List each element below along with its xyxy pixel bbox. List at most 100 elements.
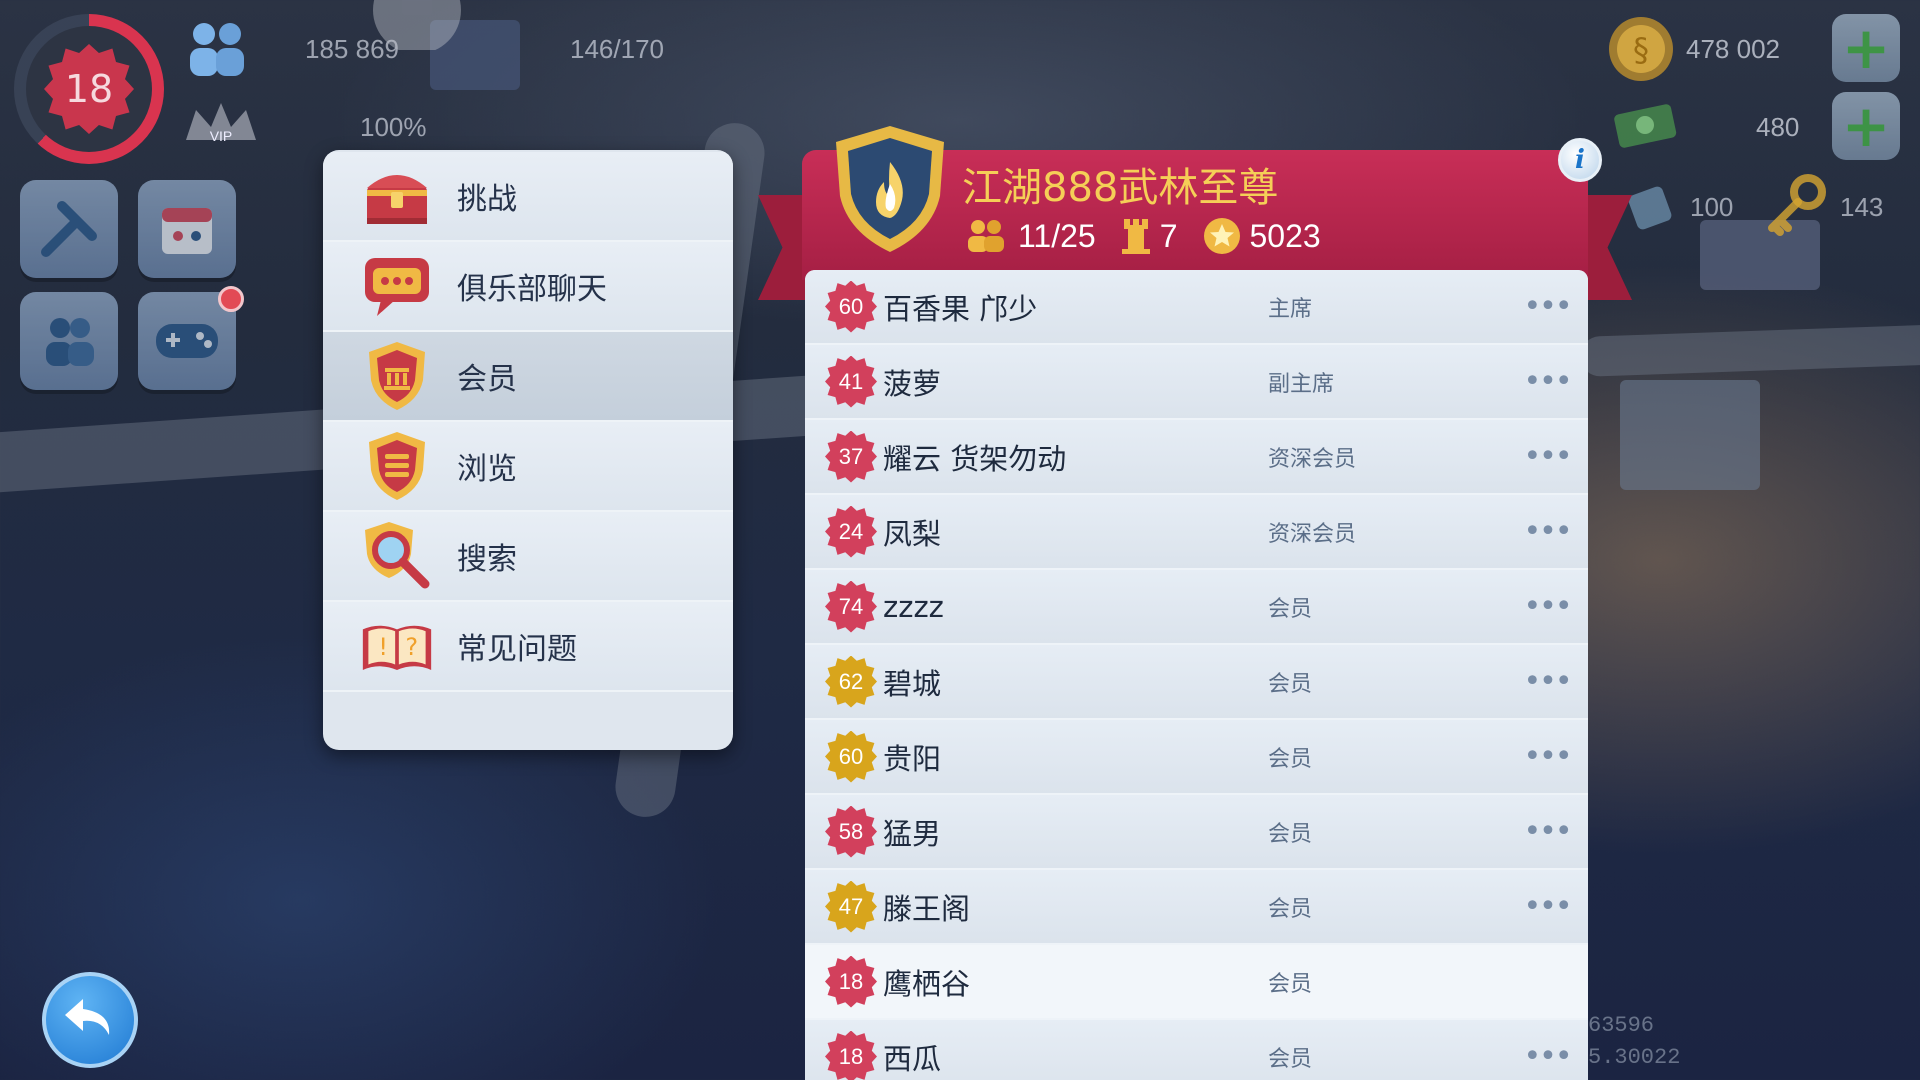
games-notification-dot [218,286,244,312]
resource-amount: 100 [1690,192,1734,222]
coord-line: 5.30022 [1588,1045,1681,1070]
member-level-badge: 18 [825,1030,877,1080]
member-role: 会员 [1268,671,1313,697]
simcash-amount: 480 [1756,112,1800,142]
back-button[interactable] [42,972,138,1068]
member-name: 猛男 [883,816,942,851]
chat-bubble-icon [361,250,433,322]
gamepad-icon [156,324,218,358]
member-role: 资深会员 [1268,521,1357,547]
member-more-button[interactable]: ••• [1522,514,1572,549]
club-stats: 11/25 7 5023 [962,216,1321,256]
member-level-badge: 37 [825,430,877,483]
member-role: 主席 [1268,296,1313,322]
club-member-count: 11/25 [962,218,1096,255]
member-name: 贵阳 [883,741,942,776]
member-name: 鹰栖谷 [883,966,971,1001]
club-info-button[interactable]: i [1558,138,1602,182]
member-name: zzzz [883,589,944,624]
member-level-badge: 62 [825,655,877,708]
member-name: 耀云 货架勿动 [883,441,1067,476]
member-row[interactable]: 37 耀云 货架勿动 资深会员 ••• [805,420,1588,495]
member-more-button[interactable]: ••• [1522,364,1572,399]
points-value: 5023 [1249,217,1321,254]
member-role: 会员 [1268,971,1313,997]
simoleon-coin-icon: § [1606,14,1676,84]
keys-amount: 143 [1840,192,1884,222]
member-row[interactable]: 47 滕王阁 会员 ••• [805,870,1588,945]
happiness-percent: 100% [360,112,427,142]
info-icon: i [1575,145,1585,175]
add-simcash-button[interactable]: + [1832,92,1900,160]
calendar-button[interactable] [138,180,236,278]
club-trophy-count: 7 [1120,217,1178,255]
member-list[interactable]: 60 百香果 邝少 主席 ••• 41 菠萝 副主席 ••• 37 耀云 货架勿… [805,270,1588,1080]
member-role: 会员 [1268,596,1313,622]
member-level-badge: 58 [825,805,877,858]
storage-icon[interactable] [362,0,472,50]
population-icon [176,18,256,78]
member-row[interactable]: 60 百香果 邝少 主席 ••• [805,270,1588,345]
svg-text:!: ! [378,633,388,661]
svg-text:VIP: VIP [210,128,233,144]
browse-shield-icon [361,430,433,502]
member-role: 副主席 [1268,371,1335,397]
member-name: 菠萝 [883,366,942,401]
member-more-button[interactable]: ••• [1522,814,1572,849]
menu-item-label: 会员 [457,362,517,397]
member-more-button[interactable]: ••• [1522,889,1572,924]
simcash-icon [1610,95,1680,155]
tower-icon [1121,219,1150,254]
add-simoleons-button[interactable]: + [1832,14,1900,82]
menu-item-club-chat[interactable]: 俱乐部聊天 [323,242,733,332]
member-shield-icon [361,340,433,412]
coord-line: 63596 [1588,1013,1655,1038]
faq-book-icon: !? [361,610,433,682]
svg-text:§: § [1633,31,1649,69]
member-row[interactable]: 62 碧城 会员 ••• [805,645,1588,720]
star-coin-icon [1203,218,1240,254]
simoleons-amount: 478 002 [1686,34,1780,64]
member-more-button[interactable]: ••• [1522,664,1572,699]
member-role: 会员 [1268,1046,1313,1072]
menu-item-faq[interactable]: !? 常见问题 [323,602,733,692]
menu-item-browse[interactable]: 浏览 [323,422,733,512]
member-name: 碧城 [883,666,942,701]
member-row[interactable]: 41 菠萝 副主席 ••• [805,345,1588,420]
wrench-icon [41,201,97,257]
svg-text:?: ? [405,633,418,661]
member-row[interactable]: 58 猛男 会员 ••• [805,795,1588,870]
member-level-badge: 41 [825,355,877,408]
friends-button[interactable] [20,292,118,390]
menu-item-challenge[interactable]: 挑战 [323,152,733,242]
member-row[interactable]: 18 西瓜 会员 ••• [805,1020,1588,1080]
member-level-badge: 24 [825,505,877,558]
member-row[interactable]: 74 zzzz 会员 ••• [805,570,1588,645]
member-name: 西瓜 [883,1041,942,1076]
member-more-button[interactable]: ••• [1522,439,1572,474]
member-more-button[interactable]: ••• [1522,289,1572,324]
club-name: 江湖888武林至尊 [962,165,1279,211]
member-more-button[interactable]: ••• [1522,589,1572,624]
plus-icon: + [1841,14,1891,82]
menu-item-label: 俱乐部聊天 [457,272,607,307]
member-row[interactable]: 24 凤梨 资深会员 ••• [805,495,1588,570]
member-row-self[interactable]: 18 鹰栖谷 会员 [805,945,1588,1020]
member-row[interactable]: 60 贵阳 会员 ••• [805,720,1588,795]
member-more-button[interactable]: ••• [1522,739,1572,774]
debug-coordinates: 63596 5.30022 [1588,1010,1680,1074]
platinum-key-icon [1620,170,1690,240]
plus-icon: + [1841,92,1891,160]
treasure-chest-icon [361,160,433,232]
calendar-icon [162,208,212,254]
member-more-button[interactable]: ••• [1522,1039,1572,1074]
club-emblem-icon [832,124,948,254]
trophies-value: 7 [1159,217,1178,254]
menu-item-members[interactable]: 会员 [323,332,733,422]
menu-item-search[interactable]: 搜索 [323,512,733,602]
member-level-badge: 60 [825,730,877,783]
storage-capacity: 146/170 [570,34,664,64]
tools-button[interactable] [20,180,118,278]
friends-icon [46,318,94,366]
vip-icon[interactable]: VIP [176,95,266,155]
